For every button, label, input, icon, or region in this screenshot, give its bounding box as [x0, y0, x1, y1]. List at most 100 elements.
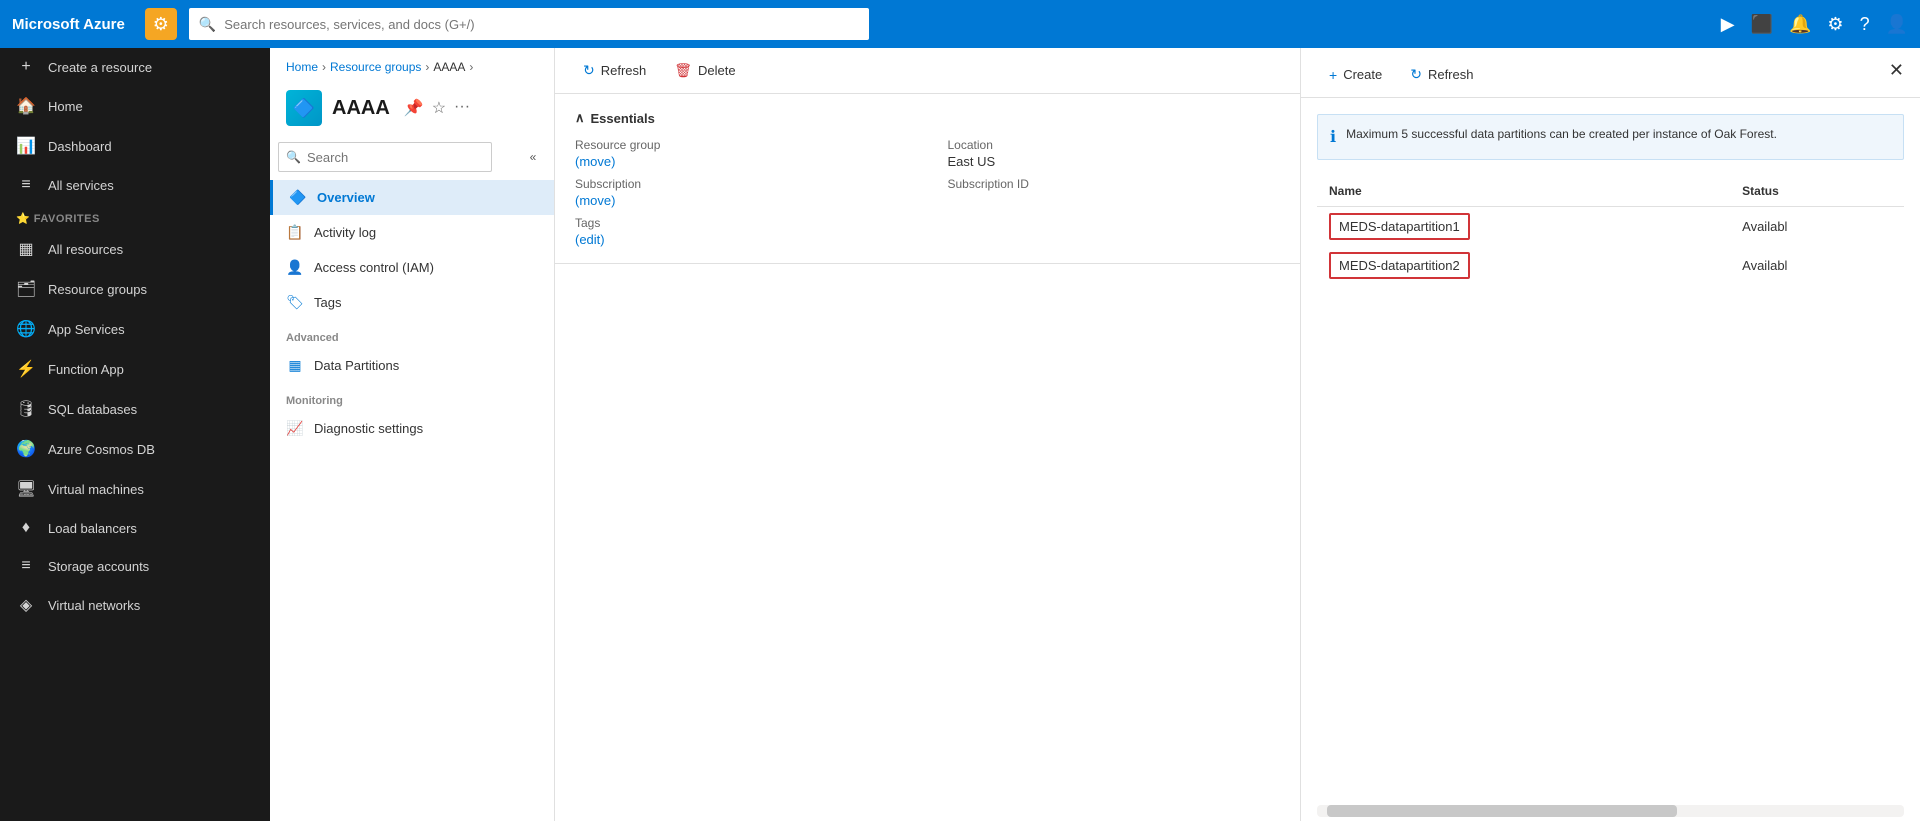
settings-icon[interactable]: ⚙	[1827, 14, 1843, 35]
global-search-input[interactable]	[224, 17, 859, 32]
create-label: Create	[1343, 67, 1382, 82]
nav-item-diagnostic-settings[interactable]: 📈 Diagnostic settings	[270, 411, 554, 446]
more-icon[interactable]: ···	[454, 98, 470, 118]
brand-name: Microsoft Azure	[12, 16, 125, 33]
nav-collapse-button[interactable]: «	[520, 144, 546, 170]
notifications-icon[interactable]: 🔔	[1789, 14, 1811, 35]
table-row[interactable]: MEDS-datapartition1 Availabl	[1317, 207, 1904, 247]
breadcrumb: Home › Resource groups › AAAA ›	[270, 48, 554, 82]
global-search-bar[interactable]: 🔍	[189, 8, 869, 40]
resource-name: AAAA	[332, 97, 390, 120]
nav-search-icon: 🔍	[286, 150, 301, 164]
portal-settings-icon[interactable]: ⬛	[1751, 14, 1773, 35]
nav-item-label: Activity log	[314, 225, 376, 240]
essentials-tags: Tags (edit)	[575, 216, 908, 247]
essentials-subscription: Subscription (move)	[575, 177, 908, 208]
sidebar: + Create a resource 🏠 Home 📊 Dashboard ≡…	[0, 48, 270, 821]
essentials-label: Subscription	[575, 177, 908, 191]
sidebar-item-label: Load balancers	[48, 521, 137, 536]
move-link[interactable]: (move)	[575, 154, 615, 169]
close-button[interactable]: ✕	[1889, 60, 1904, 81]
sidebar-item-all-resources[interactable]: ▦ All resources	[0, 229, 270, 269]
breadcrumb-home[interactable]: Home	[286, 60, 318, 74]
breadcrumb-sep3: ›	[469, 60, 473, 74]
help-icon[interactable]: ?	[1860, 14, 1870, 35]
sidebar-item-resource-groups[interactable]: 🗂 Resource groups	[0, 269, 270, 309]
horizontal-scrollbar[interactable]	[1317, 805, 1904, 817]
sidebar-item-load-balancers[interactable]: ♦ Load balancers	[0, 509, 270, 547]
essentials-label: Subscription ID	[948, 177, 1281, 191]
star-icon[interactable]: ☆	[432, 98, 446, 118]
activity-log-icon: 📋	[286, 224, 304, 241]
create-button[interactable]: + Create	[1317, 61, 1394, 89]
sidebar-item-label: Storage accounts	[48, 559, 149, 574]
partition-status-2: Availabl	[1730, 246, 1904, 285]
favorites-section-label: ⭐ FAVORITES	[0, 204, 270, 229]
function-app-icon: ⚡	[16, 359, 36, 379]
main-content: Home › Resource groups › AAAA › 🔷 AAAA 📌…	[270, 48, 1920, 821]
nav-item-data-partitions[interactable]: ▦ Data Partitions	[270, 348, 554, 383]
app-services-icon: 🌐	[16, 319, 36, 339]
monitoring-section-label: Monitoring	[270, 383, 554, 411]
sidebar-item-function-app[interactable]: ⚡ Function App	[0, 349, 270, 389]
top-nav-icon-group: ▶ ⬛ 🔔 ⚙ ? 👤	[1721, 14, 1908, 35]
pin-icon[interactable]: 📌	[404, 98, 424, 118]
cloud-shell-icon[interactable]: ▶	[1721, 14, 1735, 35]
table-row[interactable]: MEDS-datapartition2 Availabl	[1317, 246, 1904, 285]
sidebar-item-label: Create a resource	[48, 60, 152, 75]
sidebar-item-all-services[interactable]: ≡ All services	[0, 166, 270, 204]
storage-icon: ≡	[16, 557, 36, 575]
home-icon: 🏠	[16, 96, 36, 116]
nav-search-row: 🔍 «	[270, 138, 554, 180]
nav-search-input[interactable]	[278, 142, 492, 172]
chevron-up-icon: ∧	[575, 110, 585, 126]
all-resources-icon: ▦	[16, 239, 36, 259]
sidebar-item-dashboard[interactable]: 📊 Dashboard	[0, 126, 270, 166]
sidebar-item-sql-databases[interactable]: 🛢 SQL databases	[0, 389, 270, 429]
col-status: Status	[1730, 176, 1904, 207]
refresh-label: Refresh	[601, 63, 647, 78]
nav-item-overview[interactable]: 🔷 Overview	[270, 180, 554, 215]
rg-right-panel: ✕ + Create ↻ Refresh ℹ Maximum 5 success…	[1300, 48, 1920, 821]
sidebar-item-home[interactable]: 🏠 Home	[0, 86, 270, 126]
account-icon[interactable]: 👤	[1886, 14, 1908, 35]
sidebar-item-virtual-machines[interactable]: 🖥 Virtual machines	[0, 469, 270, 509]
search-icon: 🔍	[199, 16, 216, 33]
services-icon: ≡	[16, 176, 36, 194]
breadcrumb-sep1: ›	[322, 60, 326, 74]
delete-icon: 🗑	[674, 62, 692, 79]
data-table: Name Status MEDS-datapartition1 Availabl	[1317, 176, 1904, 285]
delete-label: Delete	[698, 63, 736, 78]
sidebar-item-storage-accounts[interactable]: ≡ Storage accounts	[0, 547, 270, 585]
nav-item-access-control[interactable]: 👤 Access control (IAM)	[270, 250, 554, 285]
azure-logo-icon: ⚙	[145, 8, 177, 40]
subscription-move-link[interactable]: (move)	[575, 193, 615, 208]
sidebar-item-label: App Services	[48, 322, 125, 337]
nav-item-tags[interactable]: 🏷 Tags	[270, 285, 554, 320]
rg-title-row: 🔷 AAAA 📌 ☆ ···	[270, 82, 554, 138]
nav-item-label: Tags	[314, 295, 341, 310]
sidebar-item-virtual-networks[interactable]: ◈ Virtual networks	[0, 585, 270, 625]
essentials-resource-group: Resource group (move)	[575, 138, 908, 169]
tags-edit-link[interactable]: (edit)	[575, 232, 605, 247]
col-name: Name	[1317, 176, 1730, 207]
breadcrumb-resource-groups[interactable]: Resource groups	[330, 60, 421, 74]
sidebar-item-app-services[interactable]: 🌐 App Services	[0, 309, 270, 349]
partition-name-cell: MEDS-datapartition1	[1317, 207, 1730, 247]
refresh-button[interactable]: ↻ Refresh	[571, 56, 658, 85]
sidebar-item-label: SQL databases	[48, 402, 137, 417]
advanced-section-label: Advanced	[270, 320, 554, 348]
nav-item-activity-log[interactable]: 📋 Activity log	[270, 215, 554, 250]
resource-group-panel: Home › Resource groups › AAAA › 🔷 AAAA 📌…	[270, 48, 1920, 821]
diagnostic-icon: 📈	[286, 420, 304, 437]
sidebar-item-cosmos-db[interactable]: 🌍 Azure Cosmos DB	[0, 429, 270, 469]
sidebar-item-label: Virtual machines	[48, 482, 144, 497]
dashboard-icon: 📊	[16, 136, 36, 156]
sql-icon: 🛢	[16, 399, 36, 419]
essentials-subscription-id: Subscription ID	[948, 177, 1281, 208]
create-plus-icon: +	[1329, 67, 1337, 83]
right-panel-refresh-button[interactable]: ↻ Refresh	[1398, 60, 1485, 89]
delete-button[interactable]: 🗑 Delete	[662, 56, 747, 85]
sidebar-item-create[interactable]: + Create a resource	[0, 48, 270, 86]
rg-middle: ↻ Refresh 🗑 Delete ∧ Essentials	[555, 48, 1300, 821]
